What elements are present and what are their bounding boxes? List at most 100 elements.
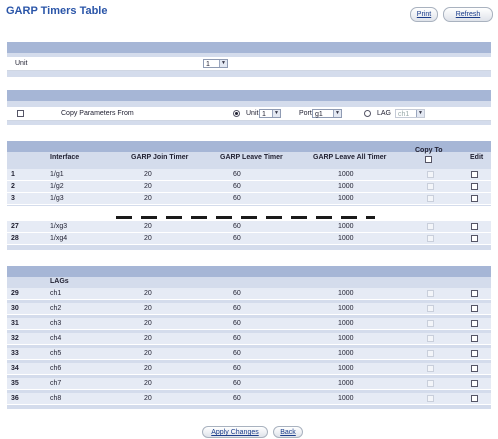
- interface-cell: ch7: [50, 380, 62, 387]
- break-dash: [291, 216, 307, 219]
- join-timer-cell: 20: [144, 305, 152, 312]
- copy-to-checkbox[interactable]: [427, 380, 434, 387]
- table-row: 34 ch6 20 60 1000: [7, 363, 491, 375]
- lag-select-value: ch1: [398, 111, 410, 118]
- row-number: 30: [11, 305, 19, 312]
- copy-to-checkbox[interactable]: [427, 365, 434, 372]
- copy-to-checkbox[interactable]: [427, 235, 434, 242]
- port-select[interactable]: g1 ▼: [312, 109, 342, 118]
- break-dash: [191, 216, 207, 219]
- join-timer-cell: 20: [144, 290, 152, 297]
- apply-changes-button[interactable]: Apply Changes: [202, 426, 268, 438]
- row-number: 35: [11, 380, 19, 387]
- table-row: 33 ch5 20 60 1000: [7, 348, 491, 360]
- row-number: 3: [11, 195, 15, 202]
- leave-all-timer-cell: 1000: [338, 171, 354, 178]
- row-number: 2: [11, 183, 15, 190]
- page-title: GARP Timers Table: [6, 5, 108, 17]
- interface-cell: ch4: [50, 335, 62, 342]
- table-row: 30 ch2 20 60 1000: [7, 303, 491, 315]
- panel-header-bar: [7, 266, 491, 277]
- row-number: 31: [11, 320, 19, 327]
- copy-to-checkbox[interactable]: [427, 395, 434, 402]
- edit-checkbox[interactable]: [471, 305, 478, 312]
- edit-checkbox[interactable]: [471, 171, 478, 178]
- row-number: 34: [11, 365, 19, 372]
- copy-to-checkbox[interactable]: [427, 195, 434, 202]
- panel-header-bar: [7, 90, 491, 101]
- leave-all-timer-cell: 1000: [338, 395, 354, 402]
- leave-all-timer-cell: 1000: [338, 223, 354, 230]
- interface-cell: ch3: [50, 320, 62, 327]
- copy-to-checkbox[interactable]: [427, 305, 434, 312]
- leave-all-timer-cell: 1000: [338, 335, 354, 342]
- copy-to-checkbox[interactable]: [427, 350, 434, 357]
- refresh-button[interactable]: Refresh: [443, 7, 493, 22]
- chevron-down-icon: ▼: [416, 110, 424, 117]
- chevron-down-icon: ▼: [219, 60, 227, 67]
- column-header-copy-to: Copy To: [415, 147, 443, 154]
- table-row: 28 1/xg4 20 60 1000: [7, 233, 491, 245]
- edit-checkbox[interactable]: [471, 320, 478, 327]
- row-number: 33: [11, 350, 19, 357]
- leave-timer-cell: 60: [233, 223, 241, 230]
- row-number: 27: [11, 223, 19, 230]
- copy-to-checkbox[interactable]: [427, 290, 434, 297]
- copy-to-checkbox[interactable]: [427, 320, 434, 327]
- edit-checkbox[interactable]: [471, 380, 478, 387]
- leave-timer-cell: 60: [233, 290, 241, 297]
- row-number: 28: [11, 235, 19, 242]
- edit-checkbox[interactable]: [471, 365, 478, 372]
- panel-header-bar: [7, 42, 491, 53]
- interface-cell: 1/xg3: [50, 223, 68, 230]
- edit-checkbox[interactable]: [471, 223, 478, 230]
- copy-unit-select[interactable]: 1 ▼: [259, 109, 281, 118]
- join-timer-cell: 20: [144, 171, 152, 178]
- edit-checkbox[interactable]: [471, 335, 478, 342]
- copy-to-checkbox[interactable]: [427, 183, 434, 190]
- edit-checkbox[interactable]: [471, 395, 478, 402]
- lag-radio[interactable]: [364, 110, 371, 117]
- edit-checkbox[interactable]: [471, 195, 478, 202]
- leave-all-timer-cell: 1000: [338, 183, 354, 190]
- copy-to-checkbox[interactable]: [427, 171, 434, 178]
- column-header-lags: LAGs: [50, 278, 69, 285]
- unit-label: Unit: [15, 60, 28, 67]
- interface-cell: ch8: [50, 395, 62, 402]
- leave-all-timer-cell: 1000: [338, 380, 354, 387]
- leave-timer-cell: 60: [233, 350, 241, 357]
- row-number: 29: [11, 290, 19, 297]
- join-timer-cell: 20: [144, 365, 152, 372]
- leave-timer-cell: 60: [233, 235, 241, 242]
- lag-select[interactable]: ch1 ▼: [395, 109, 425, 118]
- copy-to-checkbox[interactable]: [427, 335, 434, 342]
- join-timer-cell: 20: [144, 350, 152, 357]
- edit-checkbox[interactable]: [471, 183, 478, 190]
- copy-parameters-checkbox[interactable]: [17, 110, 24, 117]
- row-number: 32: [11, 335, 19, 342]
- unit-radio-label: Unit: [246, 110, 259, 117]
- edit-checkbox[interactable]: [471, 290, 478, 297]
- leave-timer-cell: 60: [233, 195, 241, 202]
- copy-to-all-checkbox[interactable]: [425, 156, 432, 163]
- join-timer-cell: 20: [144, 380, 152, 387]
- column-header-leave-timer: GARP Leave Timer: [220, 154, 283, 161]
- edit-checkbox[interactable]: [471, 350, 478, 357]
- leave-timer-cell: 60: [233, 365, 241, 372]
- copy-unit-select-value: 1: [262, 111, 266, 118]
- column-header-leave-all-timer: GARP Leave All Timer: [313, 154, 387, 161]
- copy-to-checkbox[interactable]: [427, 223, 434, 230]
- edit-checkbox[interactable]: [471, 235, 478, 242]
- table-row: 35 ch7 20 60 1000: [7, 378, 491, 390]
- join-timer-cell: 20: [144, 395, 152, 402]
- leave-timer-cell: 60: [233, 171, 241, 178]
- unit-radio[interactable]: [233, 110, 240, 117]
- leave-timer-cell: 60: [233, 320, 241, 327]
- copy-parameters-row: Copy Parameters From Unit 1 ▼ Port g1 ▼ …: [7, 107, 491, 121]
- print-button[interactable]: Print: [410, 7, 438, 22]
- back-button[interactable]: Back: [273, 426, 303, 438]
- join-timer-cell: 20: [144, 335, 152, 342]
- table-row: 31 ch3 20 60 1000: [7, 318, 491, 330]
- unit-select[interactable]: 1 ▼: [203, 59, 228, 68]
- radio-dot: [235, 112, 238, 115]
